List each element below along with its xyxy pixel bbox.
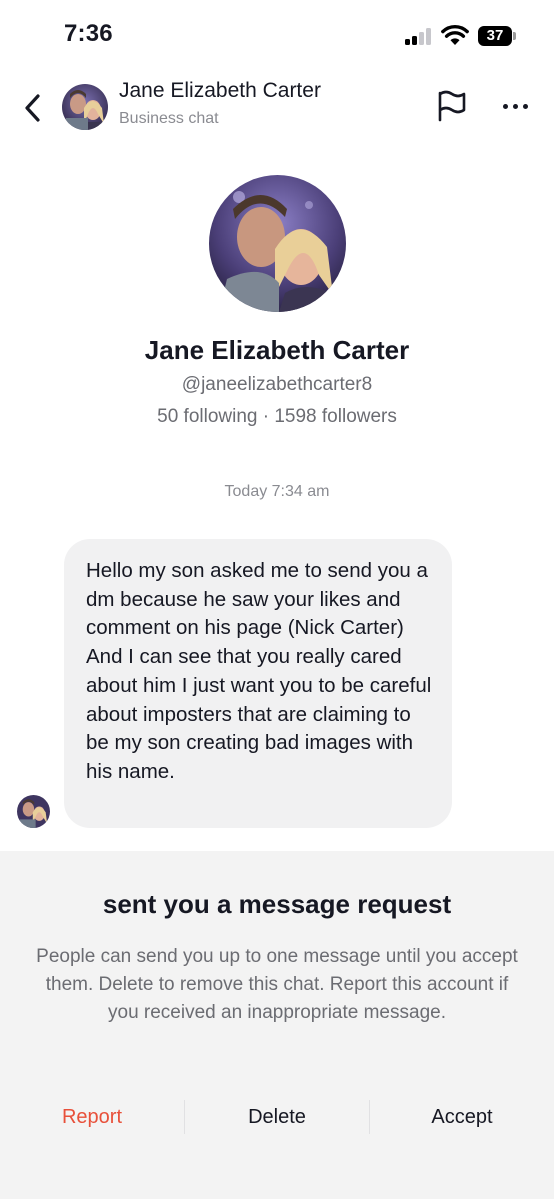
more-options-button[interactable] — [495, 92, 535, 120]
report-button[interactable]: Report — [0, 1097, 184, 1137]
status-bar: 7:36 37 — [0, 0, 554, 70]
header-avatar[interactable] — [62, 84, 108, 130]
profile-name: Jane Elizabeth Carter — [144, 335, 410, 365]
battery-level: 37 — [478, 26, 512, 46]
more-horizontal-icon — [502, 103, 508, 109]
cellular-signal-icon — [405, 27, 435, 45]
message-request-panel: sent you a message request People can se… — [0, 851, 554, 1199]
profile-stats: 50 following · 1598 followers — [157, 406, 397, 427]
back-button[interactable] — [18, 88, 48, 128]
message-text: Hello my son asked me to send you a dm b… — [86, 559, 432, 783]
request-description: People can send you up to one message un… — [36, 946, 518, 1023]
status-time: 7:36 — [64, 20, 113, 47]
chevron-left-icon — [25, 94, 40, 122]
message-timestamp: Today 7:34 am — [224, 483, 330, 500]
profile-handle: @janeelizabethcarter8 — [181, 374, 373, 395]
message-bubble[interactable]: Hello my son asked me to send you a dm b… — [64, 539, 452, 828]
report-flag-button[interactable] — [434, 88, 470, 124]
request-actions: Report Delete Accept — [0, 1097, 554, 1137]
wifi-icon — [441, 24, 469, 45]
header-subtitle: Business chat — [119, 110, 219, 127]
profile-avatar[interactable] — [209, 175, 346, 312]
battery-icon: 37 — [478, 26, 516, 46]
header-name: Jane Elizabeth Carter — [119, 79, 321, 102]
delete-button[interactable]: Delete — [185, 1097, 369, 1137]
chat-header: Jane Elizabeth Carter Business chat — [0, 70, 554, 150]
accept-button[interactable]: Accept — [370, 1097, 554, 1137]
flag-icon — [438, 90, 466, 122]
message-sender-avatar[interactable] — [17, 795, 50, 828]
request-title: sent you a message request — [102, 889, 452, 919]
